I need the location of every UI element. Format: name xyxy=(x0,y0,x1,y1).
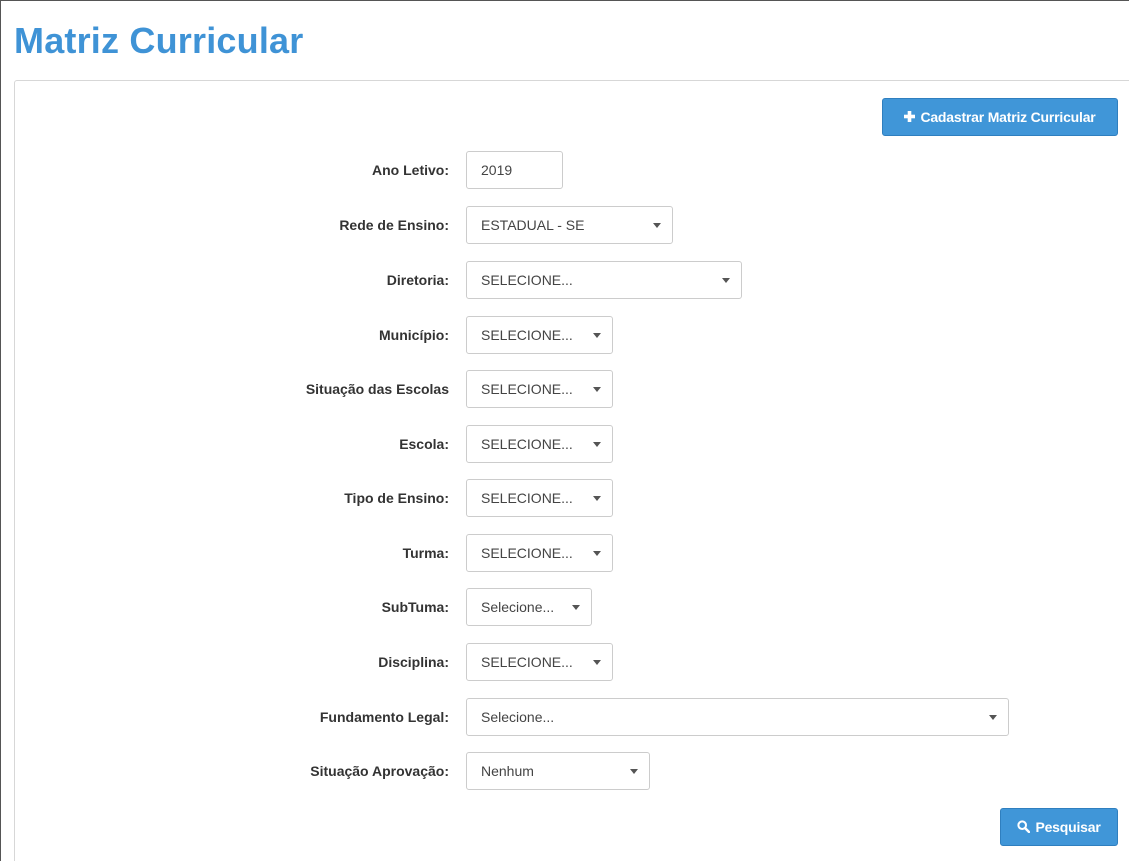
situacao-escolas-label: Situação das Escolas xyxy=(305,381,449,397)
page-title: Matriz Curricular xyxy=(14,20,304,61)
row-turma: Turma: SELECIONE... xyxy=(15,534,1115,572)
fundamento-legal-label: Fundamento Legal: xyxy=(319,709,449,725)
tipo-ensino-select[interactable]: SELECIONE... xyxy=(466,479,613,517)
chevron-down-icon xyxy=(593,495,601,501)
chevron-down-icon xyxy=(593,550,601,556)
diretoria-value: SELECIONE... xyxy=(481,272,573,288)
chevron-down-icon xyxy=(572,604,580,610)
chevron-down-icon xyxy=(653,222,661,228)
ano-letivo-input[interactable] xyxy=(466,151,563,189)
diretoria-select[interactable]: SELECIONE... xyxy=(466,261,742,299)
row-situacao-aprovacao: Situação Aprovação: Nenhum xyxy=(15,752,1115,790)
chevron-down-icon xyxy=(593,332,601,338)
row-escola: Escola: SELECIONE... xyxy=(15,425,1115,463)
subturma-select[interactable]: Selecione... xyxy=(466,588,592,626)
rede-ensino-value: ESTADUAL - SE xyxy=(481,217,585,233)
tipo-ensino-label: Tipo de Ensino: xyxy=(344,490,449,506)
turma-label: Turma: xyxy=(402,545,449,561)
turma-value: SELECIONE... xyxy=(481,545,573,561)
fundamento-legal-select[interactable]: Selecione... xyxy=(466,698,1009,736)
escola-value: SELECIONE... xyxy=(481,436,573,452)
situacao-aprovacao-label: Situação Aprovação: xyxy=(310,763,449,779)
municipio-select[interactable]: SELECIONE... xyxy=(466,316,613,354)
escola-select[interactable]: SELECIONE... xyxy=(466,425,613,463)
row-fundamento-legal: Fundamento Legal: Selecione... xyxy=(15,698,1115,736)
diretoria-label: Diretoria: xyxy=(386,272,449,288)
escola-label: Escola: xyxy=(399,436,449,452)
register-curriculum-button[interactable]: Cadastrar Matriz Curricular xyxy=(882,98,1118,136)
fundamento-legal-value: Selecione... xyxy=(481,709,555,725)
search-panel: Cadastrar Matriz Curricular Ano Letivo: … xyxy=(14,80,1129,861)
row-municipio: Município: SELECIONE... xyxy=(15,316,1115,354)
chevron-down-icon xyxy=(722,277,730,283)
disciplina-value: SELECIONE... xyxy=(481,654,573,670)
search-icon xyxy=(1017,819,1031,835)
row-subturma: SubTuma: Selecione... xyxy=(15,588,1115,626)
chevron-down-icon xyxy=(630,768,638,774)
register-curriculum-label: Cadastrar Matriz Curricular xyxy=(920,109,1096,125)
row-tipo-ensino: Tipo de Ensino: SELECIONE... xyxy=(15,479,1115,517)
situacao-escolas-select[interactable]: SELECIONE... xyxy=(466,370,613,408)
search-button[interactable]: Pesquisar xyxy=(1000,808,1118,846)
row-ano-letivo: Ano Letivo: xyxy=(15,151,1115,189)
subturma-label: SubTuma: xyxy=(381,599,449,615)
municipio-label: Município: xyxy=(379,327,449,343)
row-situacao-escolas: Situação das Escolas SELECIONE... xyxy=(15,370,1115,408)
plus-icon xyxy=(904,110,916,124)
rede-ensino-label: Rede de Ensino: xyxy=(339,217,449,233)
page: Matriz Curricular Cadastrar Matriz Curri… xyxy=(0,0,1129,861)
tipo-ensino-value: SELECIONE... xyxy=(481,490,573,506)
search-label: Pesquisar xyxy=(1035,819,1101,835)
chevron-down-icon xyxy=(593,441,601,447)
rede-ensino-select[interactable]: ESTADUAL - SE xyxy=(466,206,673,244)
turma-select[interactable]: SELECIONE... xyxy=(466,534,613,572)
row-rede-ensino: Rede de Ensino: ESTADUAL - SE xyxy=(15,206,1115,244)
municipio-value: SELECIONE... xyxy=(481,327,573,343)
ano-letivo-label: Ano Letivo: xyxy=(372,162,449,178)
subturma-value: Selecione... xyxy=(481,599,555,615)
disciplina-label: Disciplina: xyxy=(378,654,449,670)
chevron-down-icon xyxy=(593,386,601,392)
situacao-aprovacao-select[interactable]: Nenhum xyxy=(466,752,650,790)
disciplina-select[interactable]: SELECIONE... xyxy=(466,643,613,681)
row-diretoria: Diretoria: SELECIONE... xyxy=(15,261,1115,299)
row-disciplina: Disciplina: SELECIONE... xyxy=(15,643,1115,681)
chevron-down-icon xyxy=(593,659,601,665)
situacao-escolas-value: SELECIONE... xyxy=(481,381,573,397)
situacao-aprovacao-value: Nenhum xyxy=(481,763,534,779)
chevron-down-icon xyxy=(989,714,997,720)
